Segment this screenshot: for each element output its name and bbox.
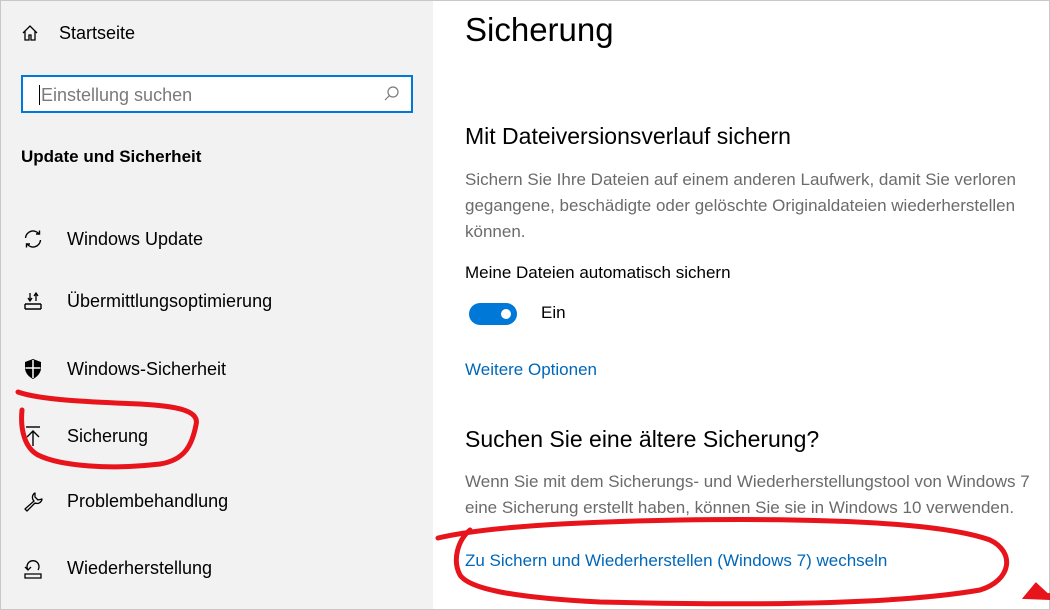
home-nav-item[interactable]: Startseite — [21, 19, 135, 47]
toggle-state-label: Ein — [541, 303, 566, 322]
sidebar-item-label: Wiederherstellung — [67, 557, 213, 578]
file-history-description: Sichern Sie Ihre Dateien auf einem ander… — [465, 170, 1016, 241]
home-icon — [22, 25, 38, 41]
main-content: Sicherung Mit Dateiversionsverlauf siche… — [433, 1, 1049, 609]
refresh-icon — [21, 227, 45, 251]
shield-icon — [21, 357, 45, 381]
file-history-heading: Mit Dateiversionsverlauf sichern — [465, 123, 791, 149]
backup-restore-windows7-link[interactable]: Zu Sichern und Wiederherstellen (Windows… — [465, 551, 887, 571]
sidebar-item-troubleshoot[interactable]: Problembehandlung — [21, 485, 228, 517]
sidebar-item-label: Problembehandlung — [67, 490, 229, 511]
older-backup-heading: Suchen Sie eine ältere Sicherung? — [465, 426, 820, 452]
sidebar-item-windows-security[interactable]: Windows-Sicherheit — [21, 353, 226, 385]
upload-arrow-icon — [21, 424, 45, 448]
text-caret — [39, 85, 40, 105]
sidebar-item-delivery-optimization[interactable]: Übermittlungsoptimierung — [21, 285, 272, 317]
recovery-icon — [21, 556, 45, 580]
toggle-knob — [501, 309, 511, 319]
section-title: Update und Sicherheit — [21, 147, 202, 166]
more-options-link[interactable]: Weitere Optionen — [465, 360, 597, 380]
wrench-icon — [21, 489, 45, 513]
delivery-optimization-icon — [21, 289, 45, 313]
sidebar-item-backup[interactable]: Sicherung — [21, 420, 148, 452]
page-title: Sicherung — [465, 11, 614, 48]
sidebar-item-windows-update[interactable]: Windows Update — [21, 223, 203, 255]
search-placeholder: Einstellung suchen — [41, 85, 193, 105]
search-icon[interactable] — [383, 85, 401, 103]
sidebar-item-label: Windows-Sicherheit — [67, 358, 227, 379]
home-label: Startseite — [59, 22, 136, 43]
sidebar-item-label: Windows Update — [67, 228, 204, 249]
sidebar-item-recovery[interactable]: Wiederherstellung — [21, 552, 212, 584]
older-backup-description: Wenn Sie mit dem Sicherungs- und Wiederh… — [465, 472, 1030, 517]
auto-backup-label: Meine Dateien automatisch sichern — [465, 263, 731, 282]
auto-backup-toggle[interactable] — [469, 303, 517, 325]
sidebar-item-label: Übermittlungsoptimierung — [67, 290, 273, 311]
sidebar: Startseite Einstellung suchen Update und… — [1, 1, 433, 609]
sidebar-item-label: Sicherung — [67, 425, 149, 446]
search-input[interactable]: Einstellung suchen — [21, 75, 413, 113]
